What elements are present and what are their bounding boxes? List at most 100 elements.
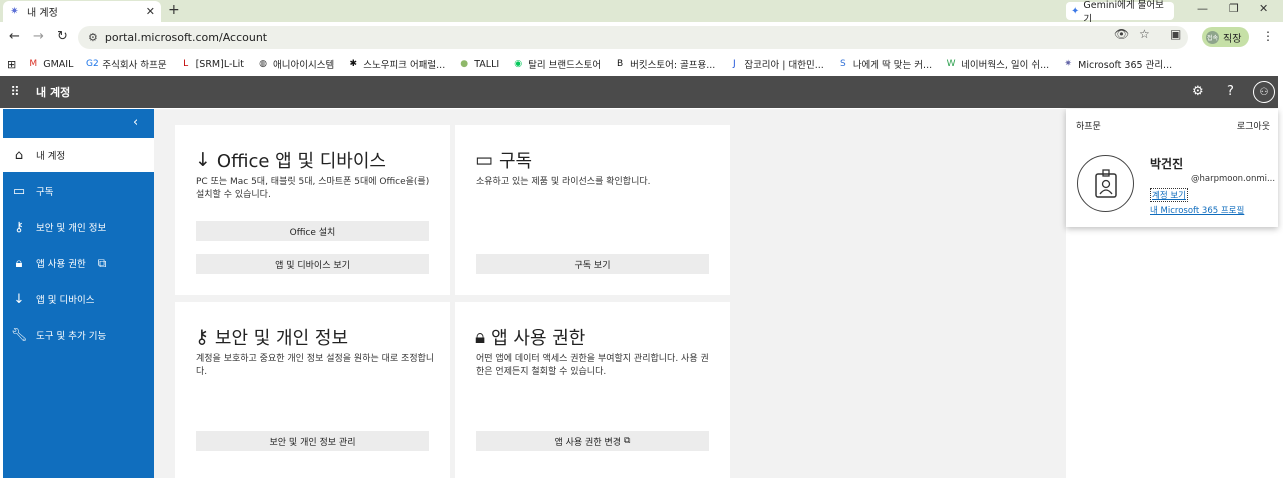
lock-icon: 🔒︎ bbox=[475, 326, 486, 348]
sidebar-item-tools-addins[interactable]: 🔧︎ 도구 및 추가 기능 bbox=[3, 318, 154, 352]
user-avatar bbox=[1077, 155, 1134, 212]
reading-list-icon[interactable]: ▣ bbox=[1170, 27, 1181, 41]
lock-icon: 🔒︎ bbox=[15, 255, 23, 271]
card-title-text: 구독 bbox=[498, 151, 533, 172]
account-manager-panel: 하프문 로그아웃 박건진 @harpmoon.onmi... 계정 보기 내 M… bbox=[1066, 109, 1278, 227]
m365-favicon-icon: ✷ bbox=[10, 6, 19, 17]
security-privacy-card: ⚷ 보안 및 개인 정보 계정을 보호하고 중요한 개인 정보 설정을 원하는 … bbox=[175, 302, 450, 478]
sidebar-item-my-account[interactable]: ⌂ 내 계정 bbox=[3, 138, 154, 172]
card-title: ⚷ 보안 및 개인 정보 bbox=[195, 324, 348, 350]
sidebar-item-subscriptions[interactable]: ▭ 구독 bbox=[3, 174, 154, 208]
user-email: @harpmoon.onmi... bbox=[1191, 174, 1276, 184]
back-icon[interactable]: ← bbox=[9, 29, 20, 44]
window-close-icon[interactable]: ✕ bbox=[1259, 2, 1268, 15]
gemini-button[interactable]: ✦ Gemini에게 물어보기 bbox=[1066, 0, 1174, 25]
profile-avatar-icon: 접속 bbox=[1206, 30, 1219, 44]
card-icon: ▭ bbox=[12, 183, 26, 199]
new-tab-button[interactable]: + bbox=[168, 2, 180, 18]
bookmark-label: [SRM]L-Lit bbox=[195, 58, 245, 70]
bookmarks-bar: ⊞ M GMAIL G2 주식회사 하프문 L [SRM]L-Lit ◍ 애니아이시스템 ✱ 스노… bbox=[0, 52, 1283, 76]
browser-profile-chip[interactable]: 접속 직장 bbox=[1202, 27, 1249, 47]
change-app-permissions-button[interactable]: 앱 사용 권한 변경 ⧉ bbox=[476, 431, 709, 451]
browser-tab-active[interactable]: ✷ 내 계정 ✕ bbox=[3, 1, 161, 22]
sign-out-link[interactable]: 로그아웃 bbox=[1237, 119, 1270, 132]
external-link-icon: ⧉ bbox=[97, 255, 107, 270]
s-icon: S bbox=[839, 59, 846, 69]
sidebar-item-label: 도구 및 추가 기능 bbox=[36, 331, 107, 342]
view-apps-devices-button[interactable]: 앱 및 디바이스 보기 bbox=[196, 254, 429, 274]
sidebar-item-security[interactable]: ⚷ 보안 및 개인 정보 bbox=[3, 210, 154, 244]
id-badge-icon bbox=[1094, 168, 1117, 198]
card-title: 🔒︎ 앱 사용 권한 bbox=[475, 324, 585, 350]
app-launcher-icon[interactable]: ⠿ bbox=[0, 85, 30, 100]
bookmark-item[interactable]: M GMAIL bbox=[28, 59, 73, 70]
bookmark-item[interactable]: S 나에게 딱 맞는 커... bbox=[838, 57, 932, 71]
site-info-icon[interactable]: ⚙ bbox=[88, 31, 98, 44]
collapse-nav-icon[interactable]: ‹ bbox=[133, 115, 138, 130]
key-icon: ⚷ bbox=[195, 326, 209, 348]
card-description: 계정을 보호하고 중요한 개인 정보 설정을 원하는 대로 조정합니다. bbox=[196, 354, 435, 377]
bookmark-item[interactable]: ◉ 탈리 브랜드스토어 bbox=[513, 57, 601, 71]
sidebar-item-apps-devices[interactable]: ↓ 앱 및 디바이스 bbox=[3, 282, 154, 316]
button-label: 앱 사용 권한 변경 bbox=[554, 437, 622, 448]
bookmark-item[interactable]: ✱ 스노우피크 어패럴... bbox=[348, 57, 445, 71]
office-apps-card: ↓ Office 앱 및 디바이스 PC 또는 Mac 5대, 태블릿 5대, … bbox=[175, 125, 450, 295]
bookmark-item[interactable]: ● TALLI bbox=[459, 59, 499, 70]
bookmark-item[interactable]: L [SRM]L-Lit bbox=[181, 59, 244, 70]
install-office-button[interactable]: Office 설치 bbox=[196, 221, 429, 241]
help-icon[interactable]: ? bbox=[1227, 84, 1234, 99]
download-icon: ↓ bbox=[13, 291, 25, 307]
globe-icon: ◍ bbox=[259, 59, 267, 69]
bookmark-item[interactable]: G2 주식회사 하프문 bbox=[86, 57, 167, 71]
talli-icon: ● bbox=[460, 59, 469, 69]
user-name: 박건진 bbox=[1150, 157, 1184, 171]
view-subscriptions-button[interactable]: 구독 보기 bbox=[476, 254, 709, 274]
restore-icon[interactable]: ❐ bbox=[1229, 2, 1239, 15]
sidebar-item-app-permissions[interactable]: 🔒︎ 앱 사용 권한 ⧉ bbox=[3, 246, 154, 280]
sidebar-item-label: 구독 bbox=[36, 187, 54, 198]
jobkorea-icon: J bbox=[733, 59, 736, 69]
g2-icon: G2 bbox=[86, 59, 99, 69]
naver-store-icon: ◉ bbox=[514, 59, 523, 69]
card-description: PC 또는 Mac 5대, 태블릿 5대, 스마트폰 5대에 Office을(를… bbox=[196, 177, 430, 200]
bookmark-label: 주식회사 하프문 bbox=[102, 60, 167, 71]
card-title: ↓ Office 앱 및 디바이스 bbox=[195, 147, 386, 173]
external-link-icon: ⧉ bbox=[624, 436, 631, 446]
bookmark-star-icon[interactable]: ☆ bbox=[1139, 27, 1150, 41]
gemini-sparkle-icon: ✦ bbox=[1071, 5, 1080, 17]
url-text[interactable]: portal.microsoft.com/Account bbox=[105, 31, 267, 44]
bookmark-label: 네이버웍스, 일이 쉬... bbox=[961, 60, 1050, 71]
omnibox[interactable]: ⚙ portal.microsoft.com/Account bbox=[78, 26, 1188, 49]
bucket-icon: B bbox=[617, 59, 624, 69]
card-icon: ▭ bbox=[475, 149, 493, 171]
bookmark-item[interactable]: ✷ Microsoft 365 관리... bbox=[1063, 57, 1172, 71]
m365-admin-icon: ✷ bbox=[1064, 59, 1072, 69]
bookmark-item[interactable]: B 버킷스토어: 골프용... bbox=[615, 57, 715, 71]
apps-grid-icon[interactable]: ⊞ bbox=[7, 58, 16, 71]
srm-icon: L bbox=[183, 59, 189, 69]
bookmark-item[interactable]: ◍ 애니아이시스템 bbox=[258, 57, 334, 71]
key-icon: ⚷ bbox=[14, 219, 24, 235]
works-icon: W bbox=[946, 59, 956, 69]
bookmark-label: GMAIL bbox=[43, 58, 74, 70]
eye-off-icon[interactable]: 👁︎ bbox=[1114, 27, 1129, 41]
subscriptions-card: ▭ 구독 소유하고 있는 제품 및 라이선스를 확인합니다. 구독 보기 bbox=[455, 125, 730, 295]
bookmark-label: 나에게 딱 맞는 커... bbox=[852, 60, 933, 71]
tab-title: 내 계정 bbox=[27, 8, 58, 19]
bookmark-label: Microsoft 365 관리... bbox=[1078, 60, 1173, 71]
close-tab-icon[interactable]: ✕ bbox=[146, 5, 155, 18]
bookmark-item[interactable]: J 잡코리아 | 대한민... bbox=[729, 57, 824, 71]
manage-security-button[interactable]: 보안 및 개인 정보 관리 bbox=[196, 431, 429, 451]
view-account-link[interactable]: 계정 보기 bbox=[1150, 188, 1188, 202]
minimize-icon[interactable]: — bbox=[1197, 2, 1208, 15]
browser-menu-icon[interactable]: ⋮ bbox=[1262, 29, 1274, 43]
account-avatar-icon[interactable]: ⚇ bbox=[1253, 81, 1275, 103]
m365-profile-link[interactable]: 내 Microsoft 365 프로필 bbox=[1150, 204, 1244, 216]
bookmark-item[interactable]: W 네이버웍스, 일이 쉬... bbox=[946, 57, 1050, 71]
home-icon: ⌂ bbox=[14, 147, 24, 163]
card-title-text: 보안 및 개인 정보 bbox=[214, 328, 349, 349]
forward-icon[interactable]: → bbox=[33, 29, 44, 44]
reload-icon[interactable]: ↻ bbox=[57, 29, 68, 44]
settings-gear-icon[interactable]: ⚙ bbox=[1192, 84, 1204, 99]
card-description: 소유하고 있는 제품 및 라이선스를 확인합니다. bbox=[476, 177, 651, 187]
